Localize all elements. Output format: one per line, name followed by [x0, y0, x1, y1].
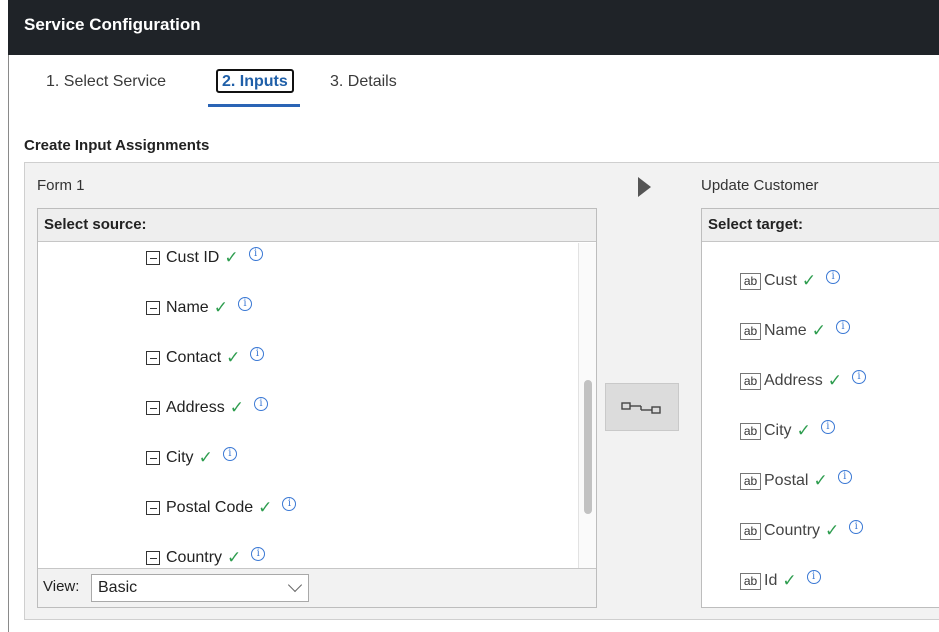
tab-select-service[interactable]: 1. Select Service	[46, 71, 166, 95]
chevron-down-icon	[287, 577, 303, 593]
info-icon[interactable]: i	[849, 520, 864, 534]
wizard-tabs: 1. Select Service 2. Inputs 3. Details	[8, 55, 939, 115]
source-item-label: Contact	[166, 349, 222, 366]
text-field-icon: ab	[740, 322, 761, 340]
text-field-icon: ab	[740, 472, 761, 490]
source-item-label: Country	[166, 549, 223, 566]
check-icon: ✓	[226, 348, 241, 367]
check-icon: ✓	[258, 498, 273, 517]
source-item-country[interactable]: Country ✓ i	[146, 546, 266, 568]
check-icon: ✓	[801, 271, 817, 290]
text-field-icon: ab	[740, 272, 761, 290]
window-title: Service Configuration	[24, 15, 201, 34]
check-icon: ✓	[827, 371, 842, 390]
target-item-id[interactable]: ab Id ✓ i	[740, 569, 821, 593]
play-arrow-icon	[638, 177, 651, 197]
minus-box-icon[interactable]	[146, 551, 160, 565]
map-connector-icon	[621, 402, 661, 414]
source-item-address[interactable]: Address ✓ i	[146, 396, 268, 420]
source-item-label: Name	[166, 299, 209, 316]
source-scrollbar[interactable]	[578, 243, 596, 568]
minus-box-icon[interactable]	[146, 401, 160, 415]
target-header: Select target:	[702, 209, 939, 242]
target-item-label: Cust	[764, 272, 797, 289]
check-icon: ✓	[229, 398, 244, 417]
tab-details[interactable]: 3. Details	[330, 71, 397, 95]
info-icon[interactable]: i	[222, 447, 237, 461]
active-tab-indicator	[208, 104, 300, 107]
source-box: Select source: Cust ID ✓ i Name ✓ i Cont…	[37, 208, 597, 608]
source-form-label: Form 1	[37, 177, 85, 194]
source-item-postal-code[interactable]: Postal Code ✓ i	[146, 496, 297, 520]
check-icon: ✓	[782, 571, 797, 590]
check-icon: ✓	[213, 298, 228, 317]
check-icon: ✓	[811, 321, 826, 340]
section-heading: Create Input Assignments	[24, 137, 210, 154]
target-item-country[interactable]: ab Country ✓ i	[740, 519, 864, 543]
target-item-label: Country	[764, 522, 821, 539]
target-box: Select target: ab Cust ✓ i ab Name ✓ i a…	[701, 208, 939, 608]
target-item-label: Name	[764, 322, 807, 339]
check-icon: ✓	[224, 248, 239, 267]
info-icon[interactable]: i	[820, 420, 835, 434]
source-item-city[interactable]: City ✓ i	[146, 446, 237, 470]
minus-box-icon[interactable]	[146, 251, 160, 265]
text-field-icon: ab	[740, 422, 761, 440]
target-item-address[interactable]: ab Address ✓ i	[740, 369, 866, 393]
info-icon[interactable]: i	[282, 497, 297, 511]
info-icon[interactable]: i	[248, 247, 263, 261]
target-item-city[interactable]: ab City ✓ i	[740, 419, 835, 443]
target-item-label: City	[764, 422, 792, 439]
text-field-icon: ab	[740, 522, 761, 540]
source-item-name[interactable]: Name ✓ i	[146, 296, 252, 320]
window-title-bar: Service Configuration	[8, 0, 939, 55]
minus-box-icon[interactable]	[146, 501, 160, 515]
tab-inputs[interactable]: 2. Inputs	[216, 69, 294, 93]
view-row: View: Basic	[38, 568, 596, 607]
minus-box-icon[interactable]	[146, 451, 160, 465]
target-item-name[interactable]: ab Name ✓ i	[740, 319, 850, 343]
info-icon[interactable]: i	[837, 470, 852, 484]
info-icon[interactable]: i	[253, 397, 268, 411]
info-icon[interactable]: i	[250, 347, 265, 361]
source-item-cust-id[interactable]: Cust ID ✓ i	[146, 246, 263, 270]
check-icon: ✓	[796, 421, 811, 440]
minus-box-icon[interactable]	[146, 351, 160, 365]
text-field-icon: ab	[740, 372, 761, 390]
check-icon: ✓	[198, 448, 213, 467]
target-item-label: Address	[764, 372, 823, 389]
info-icon[interactable]: i	[851, 370, 866, 384]
source-item-contact[interactable]: Contact ✓ i	[146, 346, 265, 370]
target-item-postal[interactable]: ab Postal ✓ i	[740, 469, 852, 493]
info-icon[interactable]: i	[826, 270, 841, 284]
target-item-cust[interactable]: ab Cust ✓ i	[740, 269, 841, 293]
source-item-label: Address	[166, 399, 225, 416]
minus-box-icon[interactable]	[146, 301, 160, 315]
scrollbar-thumb[interactable]	[584, 380, 592, 514]
target-form-label: Update Customer	[701, 177, 819, 194]
check-icon: ✓	[825, 521, 840, 540]
info-icon[interactable]: i	[835, 320, 850, 334]
source-item-label: Cust ID	[166, 249, 220, 266]
view-select-value: Basic	[98, 579, 138, 596]
source-tree-list: Cust ID ✓ i Name ✓ i Contact ✓ i Address…	[38, 243, 578, 568]
source-header: Select source:	[38, 209, 596, 242]
view-select[interactable]: Basic	[91, 574, 309, 602]
check-icon: ✓	[227, 548, 242, 567]
view-label: View:	[43, 578, 80, 595]
info-icon[interactable]: i	[237, 297, 252, 311]
text-field-icon: ab	[740, 572, 761, 590]
target-item-label: Id	[764, 572, 778, 589]
check-icon: ✓	[813, 471, 828, 490]
info-icon[interactable]: i	[251, 547, 266, 561]
source-item-label: Postal Code	[166, 499, 254, 516]
info-icon[interactable]: i	[806, 570, 821, 584]
map-button[interactable]	[605, 383, 679, 431]
target-item-label: Postal	[764, 472, 809, 489]
source-item-label: City	[166, 449, 194, 466]
